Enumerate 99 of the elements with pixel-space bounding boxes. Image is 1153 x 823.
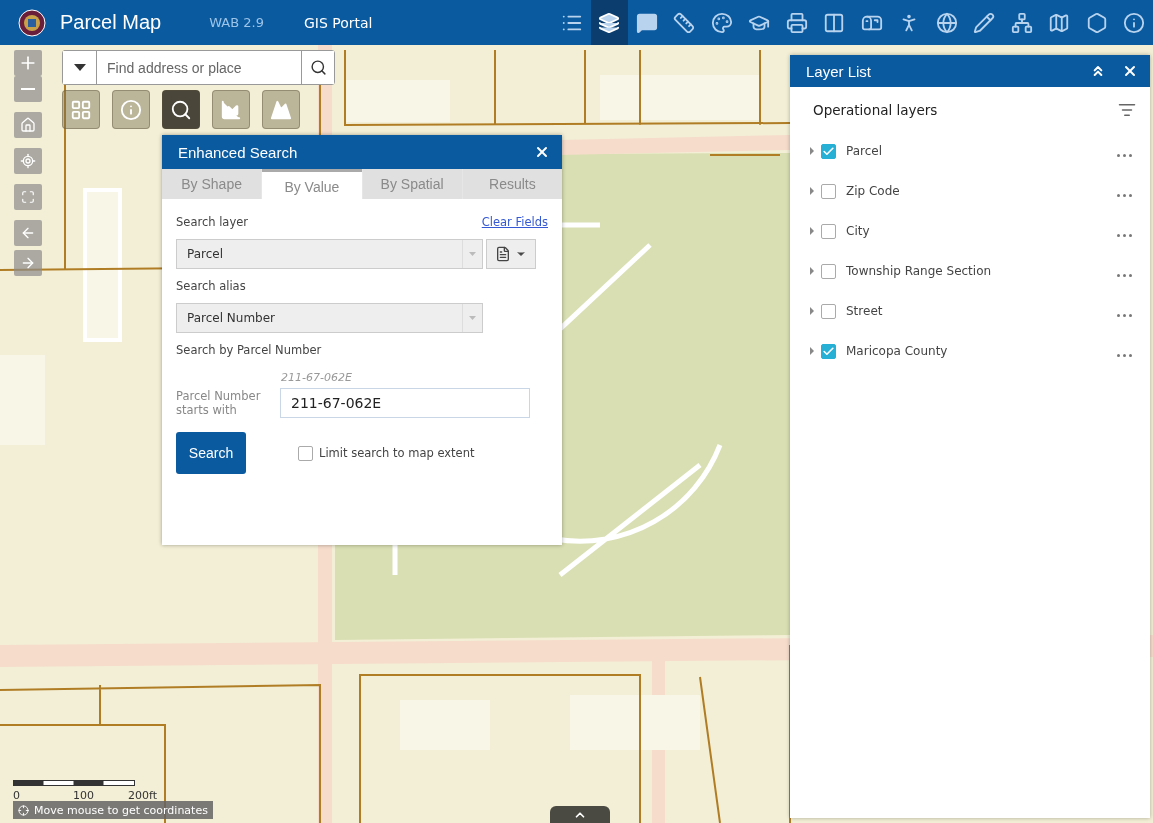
expand-triangle-icon[interactable] (810, 187, 814, 195)
search-button[interactable]: Search (176, 432, 246, 474)
section-title: Operational layers (813, 102, 938, 118)
checkbox[interactable] (298, 445, 313, 461)
expand-triangle-icon[interactable] (810, 347, 814, 355)
more-button[interactable] (1117, 353, 1132, 357)
layer-name: City (846, 224, 870, 238)
speech-bubble-icon (635, 11, 658, 34)
search-bar[interactable]: Find address or place (62, 50, 335, 85)
checkbox[interactable] (821, 303, 836, 319)
more-icon (1117, 153, 1132, 157)
hexagon-icon (1085, 11, 1108, 34)
close-button[interactable] (1122, 63, 1138, 79)
globe-icon (935, 11, 958, 34)
seal-logo (18, 8, 46, 37)
example-hint: 211-67-062E (281, 371, 353, 384)
toolbar-button[interactable] (590, 0, 628, 45)
locate-button[interactable] (14, 148, 42, 174)
scale-label: 0 (13, 789, 21, 802)
pencil-icon (973, 11, 996, 34)
widget-button[interactable] (162, 90, 200, 129)
checkbox[interactable] (821, 143, 836, 159)
locate-icon (20, 153, 36, 169)
layers-icon (598, 11, 621, 34)
coordinates-text: Move mouse to get coordinates (34, 803, 208, 817)
split-panel-icon (823, 11, 846, 34)
document-menu-button[interactable] (486, 239, 536, 269)
mountain-icon (270, 98, 292, 121)
map-icon (1048, 11, 1071, 34)
close-icon (1122, 63, 1138, 79)
scale-label: 200ft (128, 789, 158, 802)
more-button[interactable] (1117, 313, 1132, 317)
layer-select[interactable]: Parcel (176, 239, 483, 269)
next-extent-button[interactable] (14, 250, 42, 276)
alias-select[interactable]: Parcel Number (176, 303, 483, 333)
more-button[interactable] (1117, 153, 1132, 157)
portal-link[interactable]: GIS Portal (303, 14, 373, 31)
search-icon (170, 98, 192, 121)
field-label: Search layer (176, 215, 248, 229)
version-label: WAB 2.9 (209, 15, 264, 30)
checkbox[interactable] (821, 223, 836, 239)
dropdown-button[interactable] (63, 51, 97, 84)
checkbox[interactable] (821, 263, 836, 279)
grid-icon (70, 98, 92, 121)
dialog-title: Enhanced Search (178, 143, 298, 161)
layer-name: Maricopa County (846, 344, 948, 358)
caret-icon (73, 64, 86, 71)
home-icon (20, 117, 36, 133)
network-icon (1010, 11, 1033, 34)
checkbox[interactable] (821, 183, 836, 199)
search-icon (309, 59, 327, 76)
expand-triangle-icon[interactable] (810, 147, 814, 155)
expand-triangle-icon[interactable] (810, 227, 814, 235)
checkbox[interactable] (821, 343, 836, 359)
area-chart-icon (220, 98, 242, 121)
arrow-left-icon (20, 225, 36, 241)
caret-icon (469, 252, 476, 256)
close-button[interactable] (534, 144, 550, 160)
layer-name: Zip Code (846, 184, 900, 198)
panel-title: Layer List (806, 62, 872, 80)
parcel-number-field[interactable]: 211-67-062E (280, 388, 530, 418)
fullscreen-icon (21, 190, 35, 204)
more-button[interactable] (1117, 193, 1132, 197)
more-icon (1117, 353, 1132, 357)
app-title: Parcel Map (60, 11, 162, 34)
more-icon (1117, 193, 1132, 197)
crosshair-icon (18, 804, 29, 816)
bottom-panel-toggle[interactable] (550, 806, 610, 823)
info-icon (1123, 11, 1146, 34)
layer-name: Parcel (846, 144, 883, 158)
layer-name: Street (846, 304, 883, 318)
filter-list-icon (1118, 101, 1136, 119)
caret-icon (469, 316, 476, 320)
clear-fields-link[interactable]: Clear Fields (481, 215, 548, 229)
scale-label: 100 (73, 789, 95, 802)
checkbox-label: Limit search to map extent (319, 446, 475, 460)
layer-name: Township Range Section (846, 264, 992, 278)
palette-icon (710, 11, 733, 34)
field-label: Search alias (176, 279, 247, 293)
more-button[interactable] (1117, 273, 1132, 277)
info-icon (120, 98, 142, 121)
expand-triangle-icon[interactable] (810, 267, 814, 275)
zoom-out-button[interactable] (14, 76, 42, 102)
minus-icon (21, 88, 35, 90)
more-icon (1117, 273, 1132, 277)
close-icon (534, 144, 550, 160)
document-icon (495, 246, 511, 262)
more-icon (1117, 313, 1132, 317)
widget-button[interactable] (62, 90, 100, 129)
more-icon (1117, 233, 1132, 237)
filter-button[interactable] (1118, 101, 1136, 119)
more-button[interactable] (1117, 233, 1132, 237)
field-label: Parcel Number starts with (176, 388, 262, 418)
expand-triangle-icon[interactable] (810, 307, 814, 315)
printer-icon (785, 11, 808, 34)
section-label: Search by Parcel Number (176, 343, 323, 357)
search-button[interactable] (301, 51, 334, 84)
tab[interactable]: By Value (262, 169, 362, 202)
ruler-icon (673, 11, 696, 34)
